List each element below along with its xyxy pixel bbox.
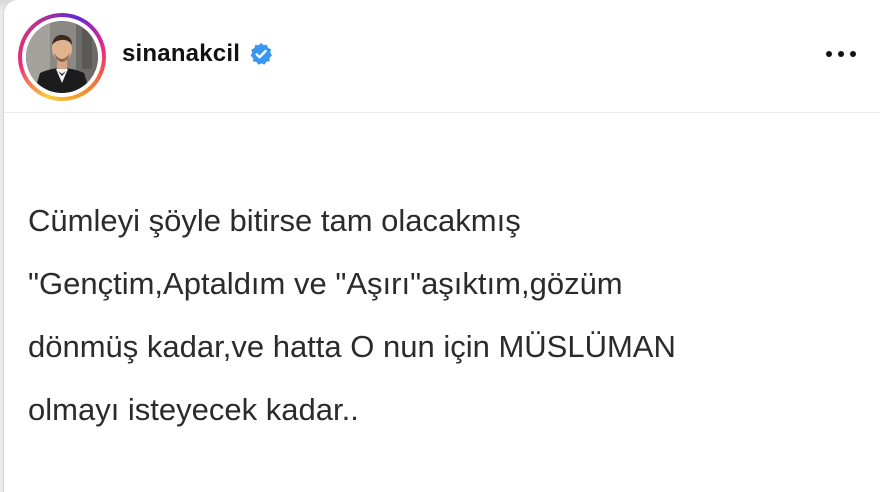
caption-line: Cümleyi şöyle bitirse tam olacakmış [28, 203, 521, 238]
avatar[interactable] [26, 21, 98, 93]
caption-line: dönmüş kadar,ve hatta O nun için MÜSLÜMA… [28, 329, 676, 364]
username-row: sinanakcil [122, 38, 273, 70]
story-ring[interactable] [18, 13, 106, 101]
post-card: sinanakcil Cümleyi şöyle bitirse tam ola… [3, 0, 880, 492]
caption-line: "Gençtim,Aptaldım ve "Aşırı"aşıktım,gözü… [28, 266, 623, 301]
post-caption: Cümleyi şöyle bitirse tam olacakmış "Gen… [28, 189, 878, 441]
caption-line: olmayı isteyecek kadar.. [28, 392, 359, 427]
more-options-button[interactable] [816, 42, 866, 66]
more-options-icon [826, 51, 832, 57]
username[interactable]: sinanakcil [122, 40, 240, 68]
post-header: sinanakcil [4, 0, 880, 113]
verified-badge-icon [249, 42, 273, 66]
profile-photo-icon [26, 21, 98, 93]
